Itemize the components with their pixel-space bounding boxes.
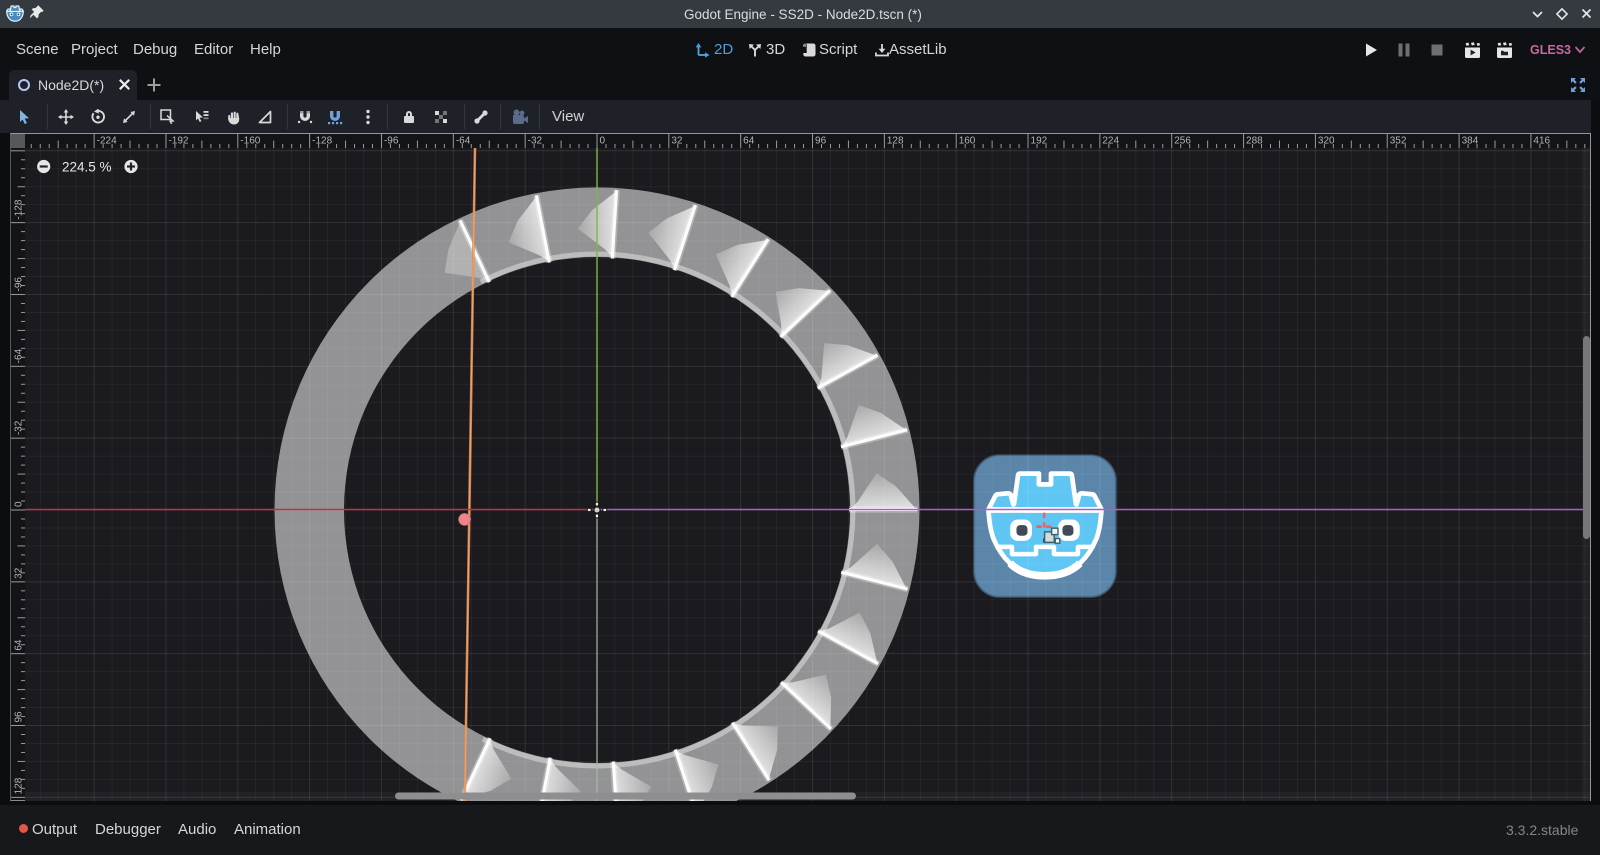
svg-text:384: 384 xyxy=(1462,136,1479,147)
svg-text:288: 288 xyxy=(1246,136,1263,147)
svg-text:0: 0 xyxy=(14,501,25,507)
svg-text:-32: -32 xyxy=(14,420,25,435)
svg-text:224.5 %: 224.5 % xyxy=(62,160,112,175)
svg-text:0: 0 xyxy=(600,136,606,147)
svg-text:416: 416 xyxy=(1533,136,1550,147)
svg-text:-64: -64 xyxy=(14,348,25,363)
svg-text:64: 64 xyxy=(14,639,25,651)
svg-text:320: 320 xyxy=(1318,136,1335,147)
svg-text:128: 128 xyxy=(14,777,25,794)
svg-text:-96: -96 xyxy=(384,136,399,147)
svg-text:-192: -192 xyxy=(168,136,188,147)
svg-text:-224: -224 xyxy=(97,136,117,147)
svg-text:32: 32 xyxy=(14,567,25,579)
svg-text:224: 224 xyxy=(1102,136,1119,147)
svg-text:96: 96 xyxy=(14,711,25,723)
svg-text:352: 352 xyxy=(1390,136,1407,147)
svg-text:128: 128 xyxy=(887,136,904,147)
svg-text:96: 96 xyxy=(815,136,827,147)
svg-text:256: 256 xyxy=(1174,136,1191,147)
svg-text:-64: -64 xyxy=(456,136,471,147)
svg-text:-96: -96 xyxy=(14,277,25,292)
svg-text:-128: -128 xyxy=(312,136,332,147)
svg-text:192: 192 xyxy=(1031,136,1048,147)
svg-text:32: 32 xyxy=(671,136,683,147)
svg-text:64: 64 xyxy=(743,136,755,147)
svg-text:-32: -32 xyxy=(528,136,543,147)
svg-text:-128: -128 xyxy=(14,199,25,219)
svg-text:-160: -160 xyxy=(240,136,260,147)
svg-text:160: 160 xyxy=(959,136,976,147)
